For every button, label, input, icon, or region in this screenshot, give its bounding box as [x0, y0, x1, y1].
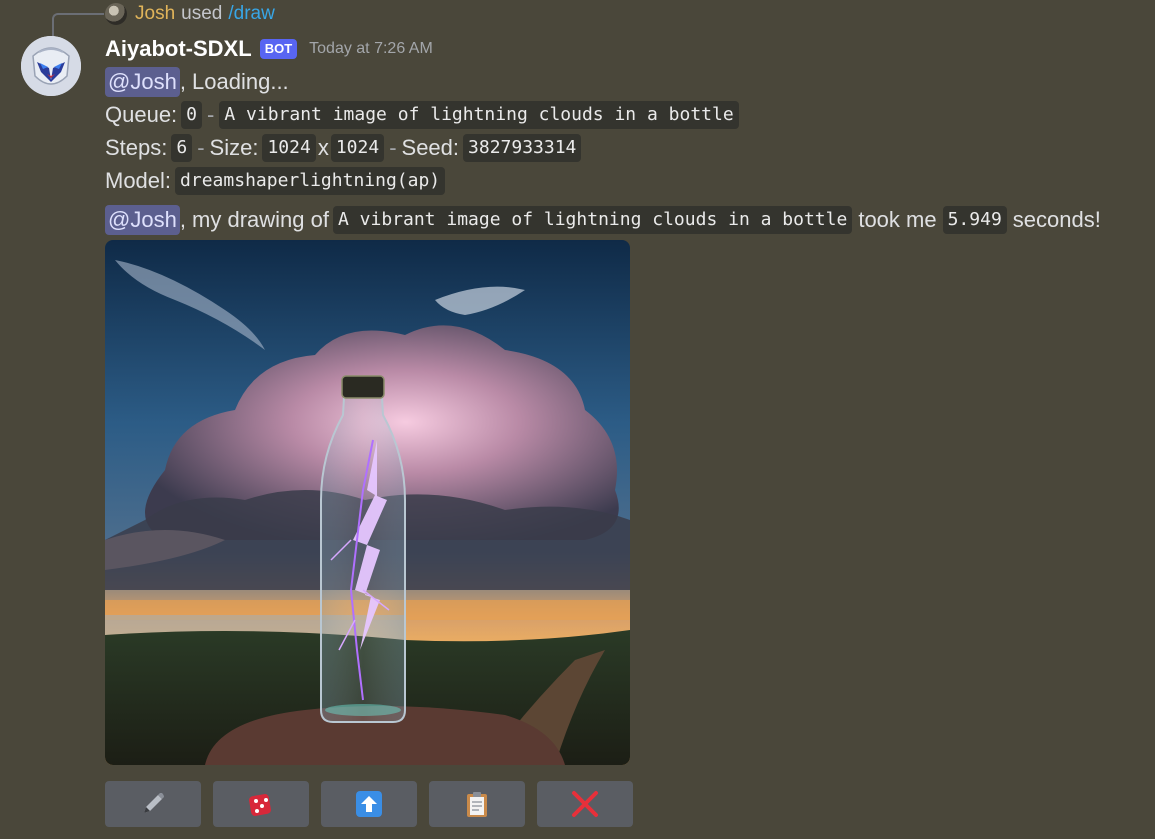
- model-label: Model:: [105, 168, 172, 193]
- seed-value: 3827933314: [463, 134, 582, 162]
- message-timestamp: Today at 7:26 AM: [309, 40, 433, 57]
- delete-button[interactable]: [537, 781, 633, 827]
- dice-icon: [249, 794, 271, 816]
- reply-connector-line: [52, 13, 104, 37]
- size-width-value: 1024: [262, 134, 316, 162]
- reply-command-link[interactable]: /draw: [228, 3, 274, 25]
- user-mention[interactable]: @Josh: [105, 67, 180, 97]
- bot-avatar[interactable]: [21, 36, 81, 96]
- bot-badge: BOT: [259, 39, 298, 59]
- result-line: @Josh , my drawing of A vibrant image of…: [105, 204, 1101, 236]
- upload-arrow-icon: [356, 791, 382, 817]
- loading-text: , Loading...: [179, 69, 289, 94]
- pencil-icon: [144, 793, 164, 813]
- message-header: Aiyabot-SDXL BOT Today at 7:26 AM: [105, 34, 433, 64]
- prompt-code: A vibrant image of lightning clouds in a…: [219, 101, 739, 129]
- clipboard-icon: [467, 792, 487, 817]
- generated-image[interactable]: [105, 240, 630, 765]
- steps-label: Steps:: [105, 135, 168, 160]
- duration-value: 5.949: [942, 206, 1007, 234]
- separator: -: [389, 135, 397, 160]
- robot-icon: [21, 36, 81, 96]
- queue-line: Queue: 0 - A vibrant image of lightning …: [105, 99, 739, 131]
- separator: -: [207, 102, 215, 127]
- model-line: Model: dreamshaperlightning(ap): [105, 165, 446, 197]
- upscale-button[interactable]: [321, 781, 417, 827]
- steps-value: 6: [171, 134, 193, 162]
- seed-label: Seed:: [401, 135, 460, 160]
- queue-value: 0: [181, 101, 203, 129]
- lightning-bottle-image: [105, 240, 630, 765]
- user-mention[interactable]: @Josh: [105, 205, 180, 235]
- bot-username[interactable]: Aiyabot-SDXL: [105, 36, 252, 62]
- model-value: dreamshaperlightning(ap): [175, 167, 446, 195]
- size-label: Size:: [209, 135, 259, 160]
- loading-line: @Josh , Loading...: [105, 66, 289, 98]
- reply-header: Josh used /draw: [105, 2, 275, 26]
- info-button[interactable]: [429, 781, 525, 827]
- params-line: Steps: 6 - Size: 1024 x 1024 - Seed: 382…: [105, 132, 582, 164]
- queue-label: Queue:: [105, 102, 178, 127]
- reply-user-avatar[interactable]: [105, 3, 127, 25]
- reroll-button[interactable]: [213, 781, 309, 827]
- edit-button[interactable]: [105, 781, 201, 827]
- size-x: x: [317, 135, 329, 160]
- result-text-mid: took me: [858, 207, 937, 232]
- result-text-before: , my drawing of: [179, 207, 329, 232]
- size-height-value: 1024: [330, 134, 385, 162]
- reply-used-text: used: [181, 3, 223, 24]
- reply-username[interactable]: Josh: [135, 3, 175, 25]
- result-text-after: seconds!: [1012, 207, 1101, 232]
- separator: -: [197, 135, 205, 160]
- action-buttons: [105, 781, 633, 827]
- result-prompt-code: A vibrant image of lightning clouds in a…: [332, 206, 853, 234]
- close-icon: [572, 791, 598, 817]
